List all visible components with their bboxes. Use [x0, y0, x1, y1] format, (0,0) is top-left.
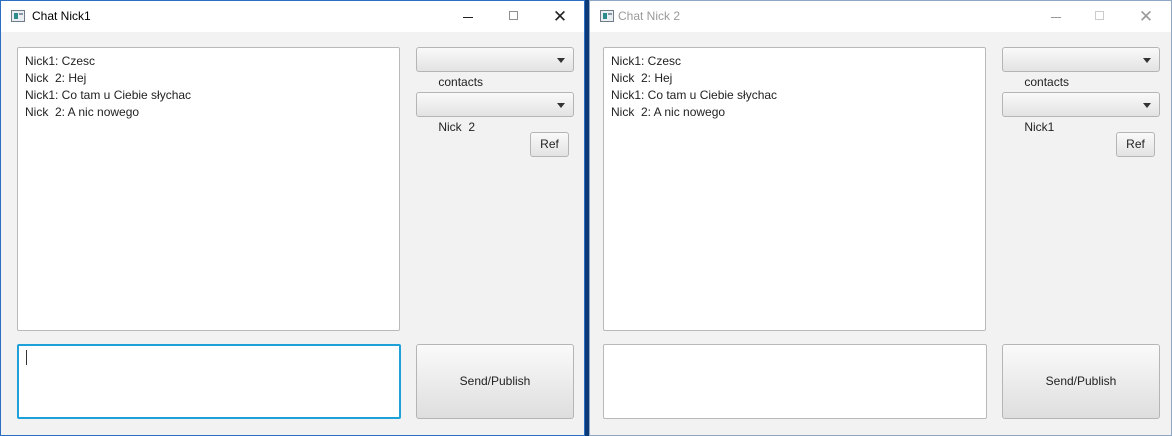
chevron-down-icon [557, 103, 565, 108]
contacts-dropdown[interactable]: contacts [1002, 47, 1160, 89]
contacts-dropdown[interactable]: contacts [416, 47, 574, 89]
maximize-icon[interactable] [1085, 8, 1115, 26]
message-line: Nick 2: Hej [25, 71, 87, 85]
message-line: Nick1: Czesc [25, 54, 96, 68]
close-icon[interactable]: ✕ [1131, 8, 1161, 26]
message-history[interactable]: Nick1: Czesc Nick 2: Hej Nick1: Co tam u… [603, 47, 986, 331]
refresh-button[interactable]: Ref [1116, 132, 1155, 157]
message-line: Nick 2: A nic nowego [25, 105, 140, 119]
message-line: Nick1: Czesc [611, 54, 682, 68]
message-input[interactable] [603, 344, 987, 419]
contacts-dropdown-value: contacts [438, 75, 484, 89]
title-bar[interactable]: Chat Nick1 ✕ [1, 1, 584, 32]
chevron-down-icon [557, 58, 565, 63]
window-title: Chat Nick1 [32, 9, 91, 23]
app-window-icon [11, 10, 25, 22]
recipient-dropdown[interactable]: Nick 2 [416, 92, 574, 134]
close-icon[interactable]: ✕ [545, 8, 575, 26]
message-line: Nick 2: Hej [611, 71, 673, 85]
minimize-icon[interactable] [453, 8, 483, 26]
title-bar[interactable]: Chat Nick 2 ✕ [590, 1, 1171, 32]
contacts-dropdown-value: contacts [1024, 75, 1070, 89]
chat-window-nick2: Chat Nick 2 ✕ Nick1: Czesc Nick 2: Hej N… [589, 0, 1172, 436]
window-title: Chat Nick 2 [618, 9, 681, 23]
message-line: Nick 2: A nic nowego [611, 105, 726, 119]
message-input[interactable] [17, 344, 401, 419]
recipient-dropdown-value: Nick 2 [438, 120, 476, 134]
chevron-down-icon [1143, 103, 1151, 108]
refresh-button[interactable]: Ref [530, 132, 569, 157]
message-history[interactable]: Nick1: Czesc Nick 2: Hej Nick1: Co tam u… [17, 47, 400, 331]
message-line: Nick1: Co tam u Ciebie słychac [611, 88, 778, 102]
maximize-icon[interactable] [499, 8, 529, 26]
message-line: Nick1: Co tam u Ciebie słychac [25, 88, 192, 102]
minimize-icon[interactable] [1041, 8, 1071, 26]
send-publish-button[interactable]: Send/Publish [1002, 344, 1160, 419]
recipient-dropdown-value: Nick1 [1024, 120, 1055, 134]
recipient-dropdown[interactable]: Nick1 [1002, 92, 1160, 134]
text-caret [26, 350, 27, 365]
send-publish-button[interactable]: Send/Publish [416, 344, 574, 419]
chat-window-nick1: Chat Nick1 ✕ Nick1: Czesc Nick 2: Hej Ni… [0, 0, 585, 436]
chevron-down-icon [1143, 58, 1151, 63]
app-window-icon [600, 10, 614, 22]
